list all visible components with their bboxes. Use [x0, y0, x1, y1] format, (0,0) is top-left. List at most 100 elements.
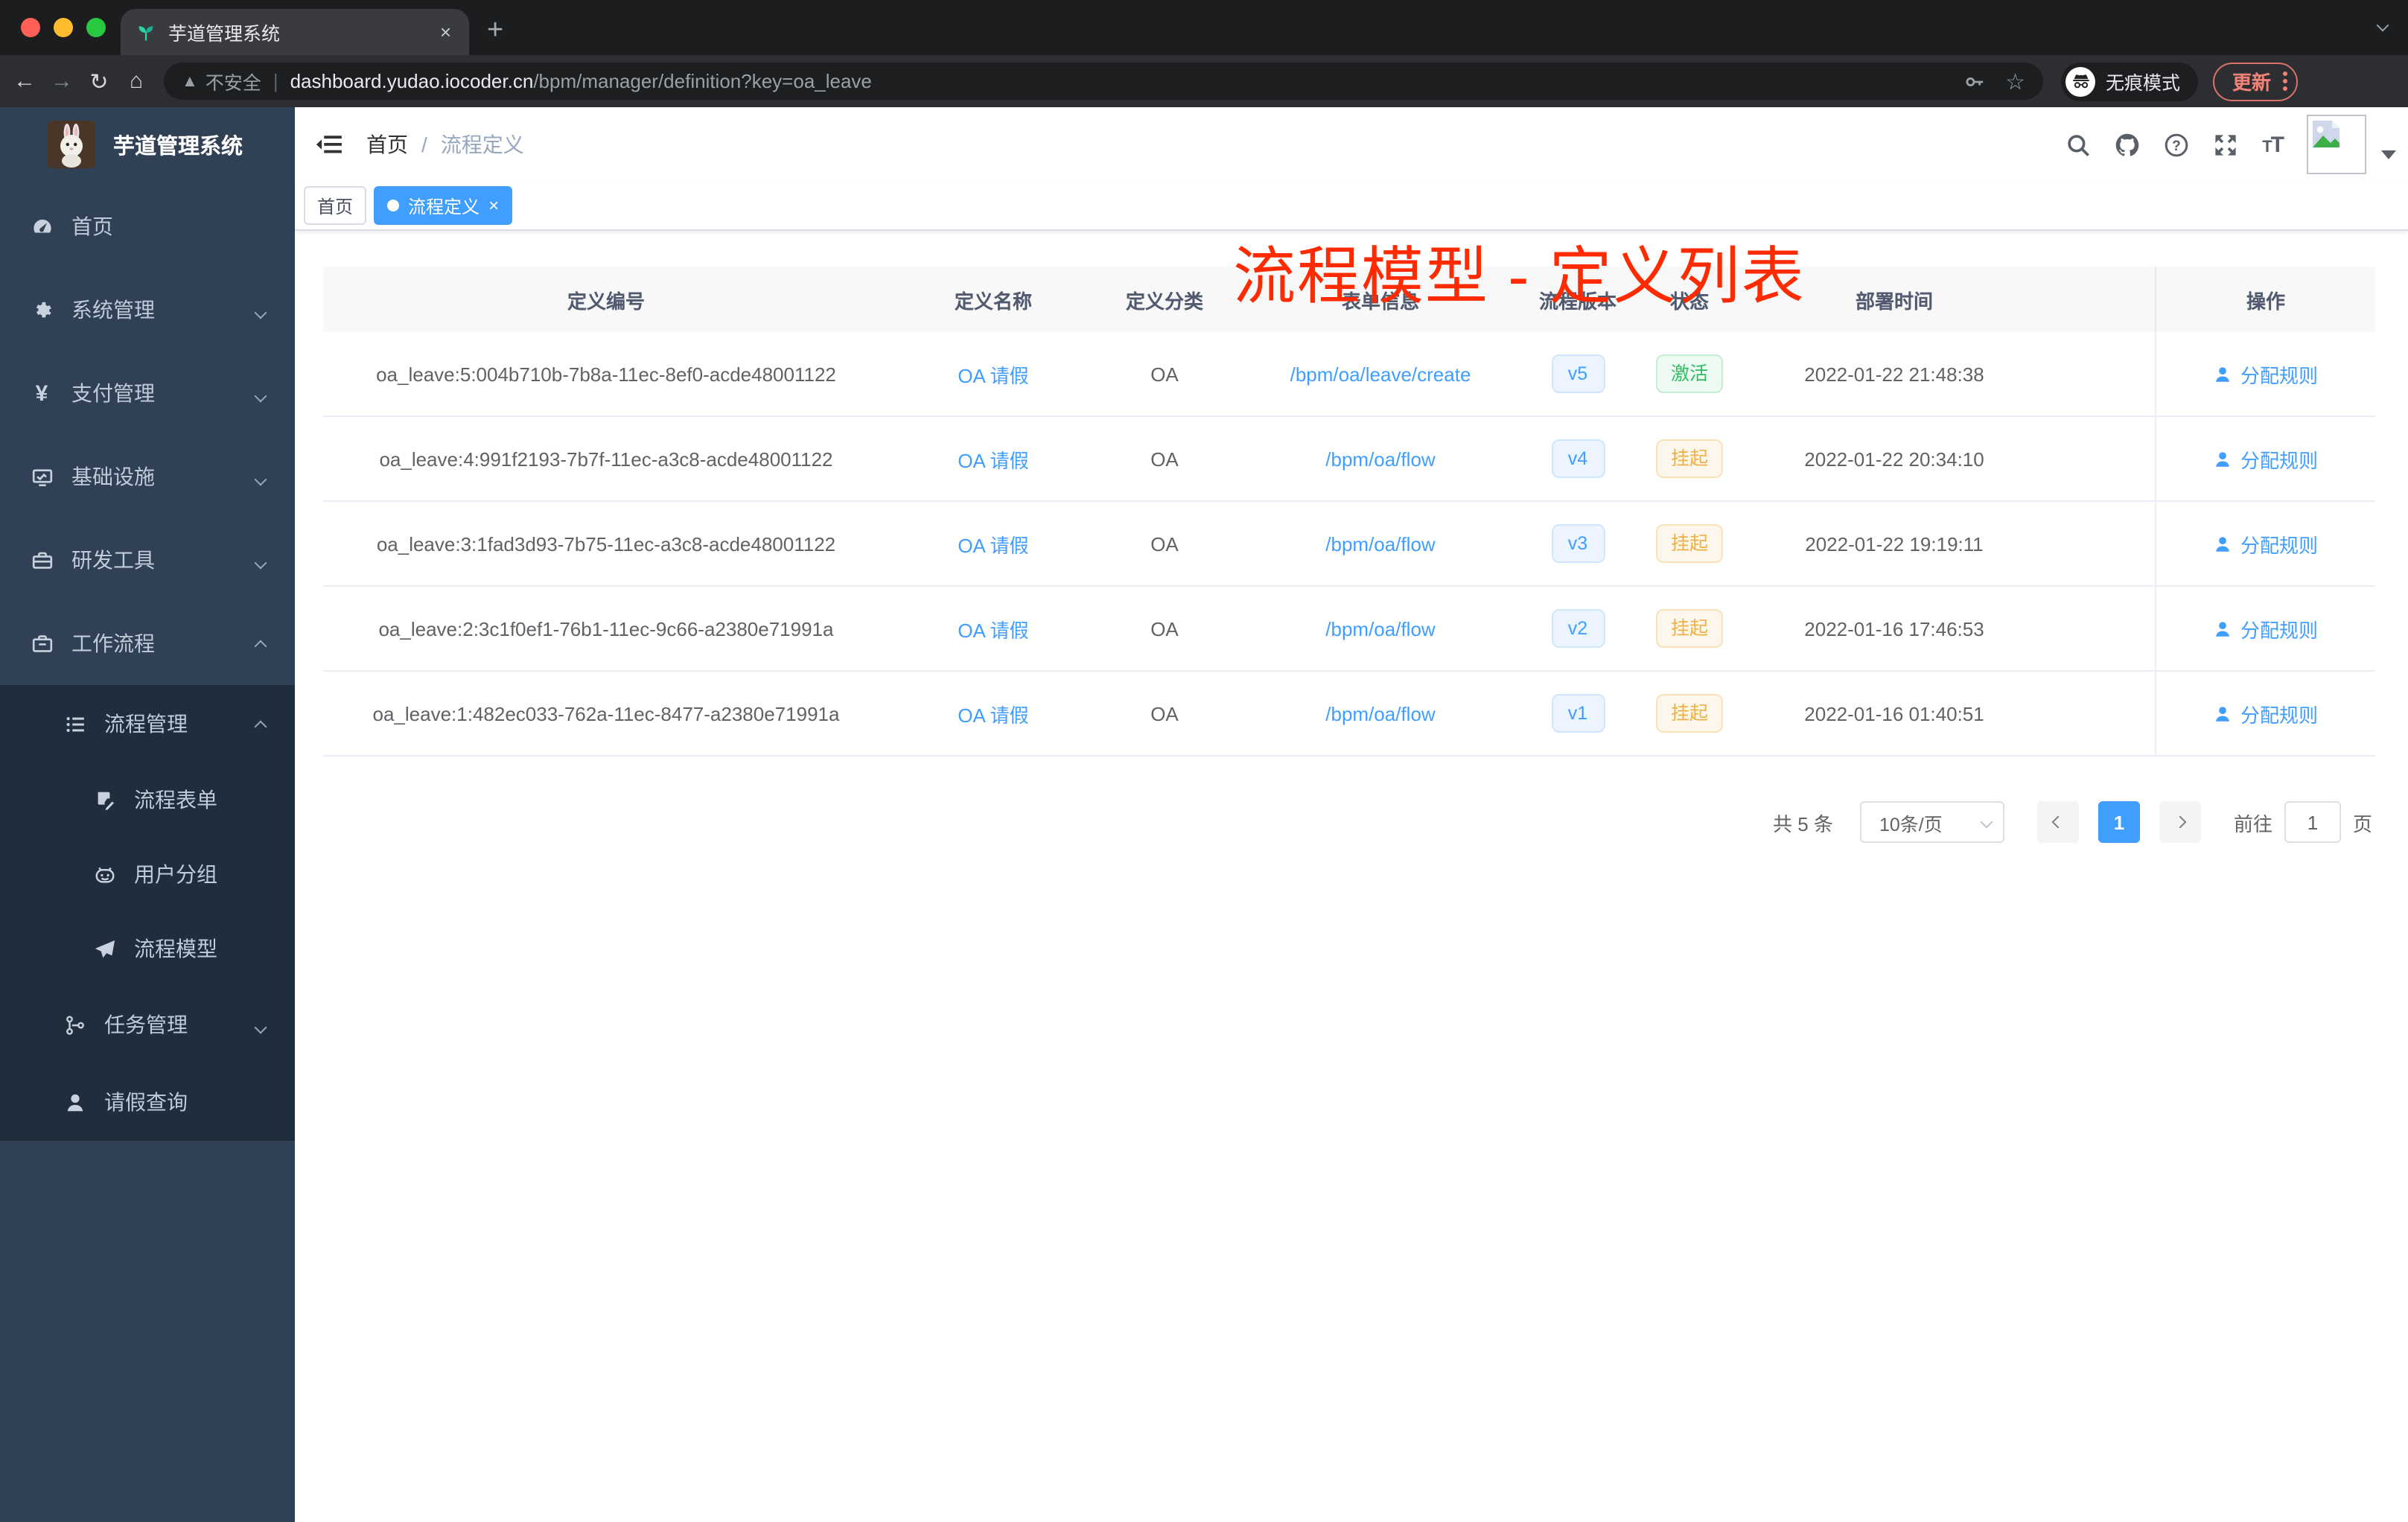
goto-page-input[interactable] [2284, 801, 2341, 843]
definition-name-link[interactable]: OA 请假 [958, 360, 1028, 388]
reload-icon[interactable]: ↻ [80, 68, 118, 95]
sidebar-item-process-form[interactable]: 流程表单 [0, 762, 295, 837]
definition-category: OA [1150, 363, 1179, 385]
sidebar-item-process-manage[interactable]: 流程管理 [0, 685, 295, 762]
page-size-select[interactable]: 10条/页 [1859, 801, 2004, 843]
assign-rule-link[interactable]: 分配规则 [2214, 614, 2318, 643]
question-icon[interactable]: ? [2164, 132, 2189, 157]
font-size-icon[interactable]: TT [2262, 132, 2284, 157]
window-minimize-button[interactable] [54, 18, 73, 37]
sidebar-logo[interactable]: 芋道管理系统 [0, 107, 295, 182]
form-link[interactable]: /bpm/oa/leave/create [1290, 363, 1471, 385]
definition-id: oa_leave:2:3c1f0ef1-76b1-11ec-9c66-a2380… [378, 617, 834, 640]
status-badge: 挂起 [1655, 609, 1723, 648]
form-icon [92, 788, 116, 812]
definition-name-link[interactable]: OA 请假 [958, 614, 1028, 643]
definition-category: OA [1150, 617, 1179, 640]
sidebar-item-payment[interactable]: ¥ 支付管理 [0, 351, 295, 435]
sidebar-item-leave-query[interactable]: 请假查询 [0, 1063, 295, 1141]
send-icon [92, 937, 116, 961]
tags-view-bar: 首页 流程定义 × [295, 182, 2408, 231]
search-icon[interactable] [2065, 132, 2091, 157]
sidebar-item-process-model[interactable]: 流程模型 [0, 911, 295, 986]
avatar[interactable] [2307, 115, 2366, 174]
list-icon [63, 712, 86, 736]
version-badge: v5 [1551, 354, 1605, 393]
definition-name-link[interactable]: OA 请假 [958, 445, 1028, 473]
assign-rule-link[interactable]: 分配规则 [2214, 529, 2318, 558]
top-navbar: 首页 / 流程定义 ? TT [295, 107, 2408, 182]
incognito-label: 无痕模式 [2106, 73, 2181, 94]
forward-icon[interactable]: → [43, 69, 80, 94]
deploy-time: 2022-01-22 20:34:10 [1804, 448, 1984, 470]
app-window: 芋道管理系统 首页 系统管理 ¥ 支付管理 基础设施 研发工具 工作流程 流程管… [0, 107, 2408, 1522]
tag-process-definition[interactable]: 流程定义 × [374, 186, 513, 225]
form-link[interactable]: /bpm/oa/flow [1325, 702, 1435, 725]
not-secure-warning-icon: ▲ [182, 72, 198, 90]
browser-url-bar: ← → ↻ ⌂ ▲ 不安全 | dashboard.yudao.iocoder.… [0, 55, 2408, 107]
chrome-update-button[interactable]: 更新 [2213, 62, 2299, 101]
security-label[interactable]: 不安全 [206, 67, 261, 95]
definition-id: oa_leave:1:482ec033-762a-11ec-8477-a2380… [372, 702, 840, 725]
sidebar-item-user-group[interactable]: 用户分组 [0, 837, 295, 911]
breadcrumb: 首页 / 流程定义 [366, 130, 524, 159]
assign-rule-link[interactable]: 分配规则 [2214, 699, 2318, 727]
password-key-icon[interactable] [1963, 71, 1984, 92]
definition-table: 定义编号 定义名称 定义分类 表单信息 流程版本 状态 部署时间 操作 oa_l… [323, 267, 2375, 757]
sidebar-item-system[interactable]: 系统管理 [0, 268, 295, 351]
address-bar[interactable]: ▲ 不安全 | dashboard.yudao.iocoder.cn /bpm/… [164, 63, 2043, 100]
url-path: /bpm/manager/definition?key=oa_leave [533, 70, 872, 92]
sidebar-collapse-icon[interactable] [316, 131, 343, 158]
window-zoom-button[interactable] [86, 18, 106, 37]
breadcrumb-current: 流程定义 [440, 133, 524, 156]
avatar-caret-icon[interactable] [2381, 150, 2396, 159]
chevron-up-icon [254, 720, 267, 733]
user-icon [2217, 706, 2230, 721]
definition-name-link[interactable]: OA 请假 [958, 529, 1028, 558]
browser-tab[interactable]: 芋道管理系统 × [121, 9, 469, 55]
back-icon[interactable]: ← [6, 69, 43, 94]
status-badge: 激活 [1655, 354, 1723, 393]
github-icon[interactable] [2115, 132, 2140, 157]
broken-image-icon [2313, 121, 2339, 147]
fullscreen-icon[interactable] [2213, 132, 2238, 157]
definition-name-link[interactable]: OA 请假 [958, 699, 1028, 727]
browser-menu-icon[interactable] [2283, 71, 2288, 91]
workflow-submenu: 流程管理 流程表单 用户分组 流程模型 任务管理 请假查询 [0, 685, 295, 1141]
sidebar-item-infra[interactable]: 基础设施 [0, 435, 295, 518]
status-badge: 挂起 [1655, 694, 1723, 733]
chevron-down-icon [254, 1021, 267, 1034]
assign-rule-link[interactable]: 分配规则 [2214, 360, 2318, 388]
tag-close-icon[interactable]: × [488, 195, 499, 216]
monitor-icon [30, 465, 54, 488]
definition-category: OA [1150, 702, 1179, 725]
tab-close-icon[interactable]: × [437, 21, 454, 43]
omnibox-separator: | [273, 70, 278, 92]
new-tab-button[interactable]: + [487, 12, 503, 51]
breadcrumb-home[interactable]: 首页 [366, 130, 408, 159]
table-row: oa_leave:2:3c1f0ef1-76b1-11ec-9c66-a2380… [323, 587, 2375, 672]
sidebar-item-task-manage[interactable]: 任务管理 [0, 986, 295, 1063]
form-link[interactable]: /bpm/oa/flow [1325, 532, 1435, 555]
bookmark-star-icon[interactable]: ☆ [2005, 68, 2025, 95]
sidebar-item-home[interactable]: 首页 [0, 185, 295, 268]
form-link[interactable]: /bpm/oa/flow [1325, 617, 1435, 640]
user-icon [2217, 621, 2230, 636]
tab-search-chevron-icon[interactable] [2376, 19, 2389, 32]
column-header-name: 定义名称 [954, 290, 1032, 312]
sidebar-item-workflow[interactable]: 工作流程 [0, 602, 295, 685]
prev-page-button[interactable] [2036, 801, 2079, 843]
column-header-id: 定义编号 [567, 290, 645, 312]
tag-home[interactable]: 首页 [304, 186, 367, 225]
next-page-button[interactable] [2159, 801, 2201, 843]
form-link[interactable]: /bpm/oa/flow [1325, 448, 1435, 470]
sidebar-item-devtools[interactable]: 研发工具 [0, 518, 295, 602]
version-badge: v3 [1551, 524, 1605, 563]
window-close-button[interactable] [21, 18, 40, 37]
home-icon[interactable]: ⌂ [118, 69, 155, 94]
chevron-down-icon [254, 389, 267, 403]
version-badge: v4 [1551, 439, 1605, 478]
assign-rule-link[interactable]: 分配规则 [2214, 445, 2318, 473]
current-page-button[interactable]: 1 [2098, 801, 2140, 843]
chevron-down-icon [254, 306, 267, 319]
